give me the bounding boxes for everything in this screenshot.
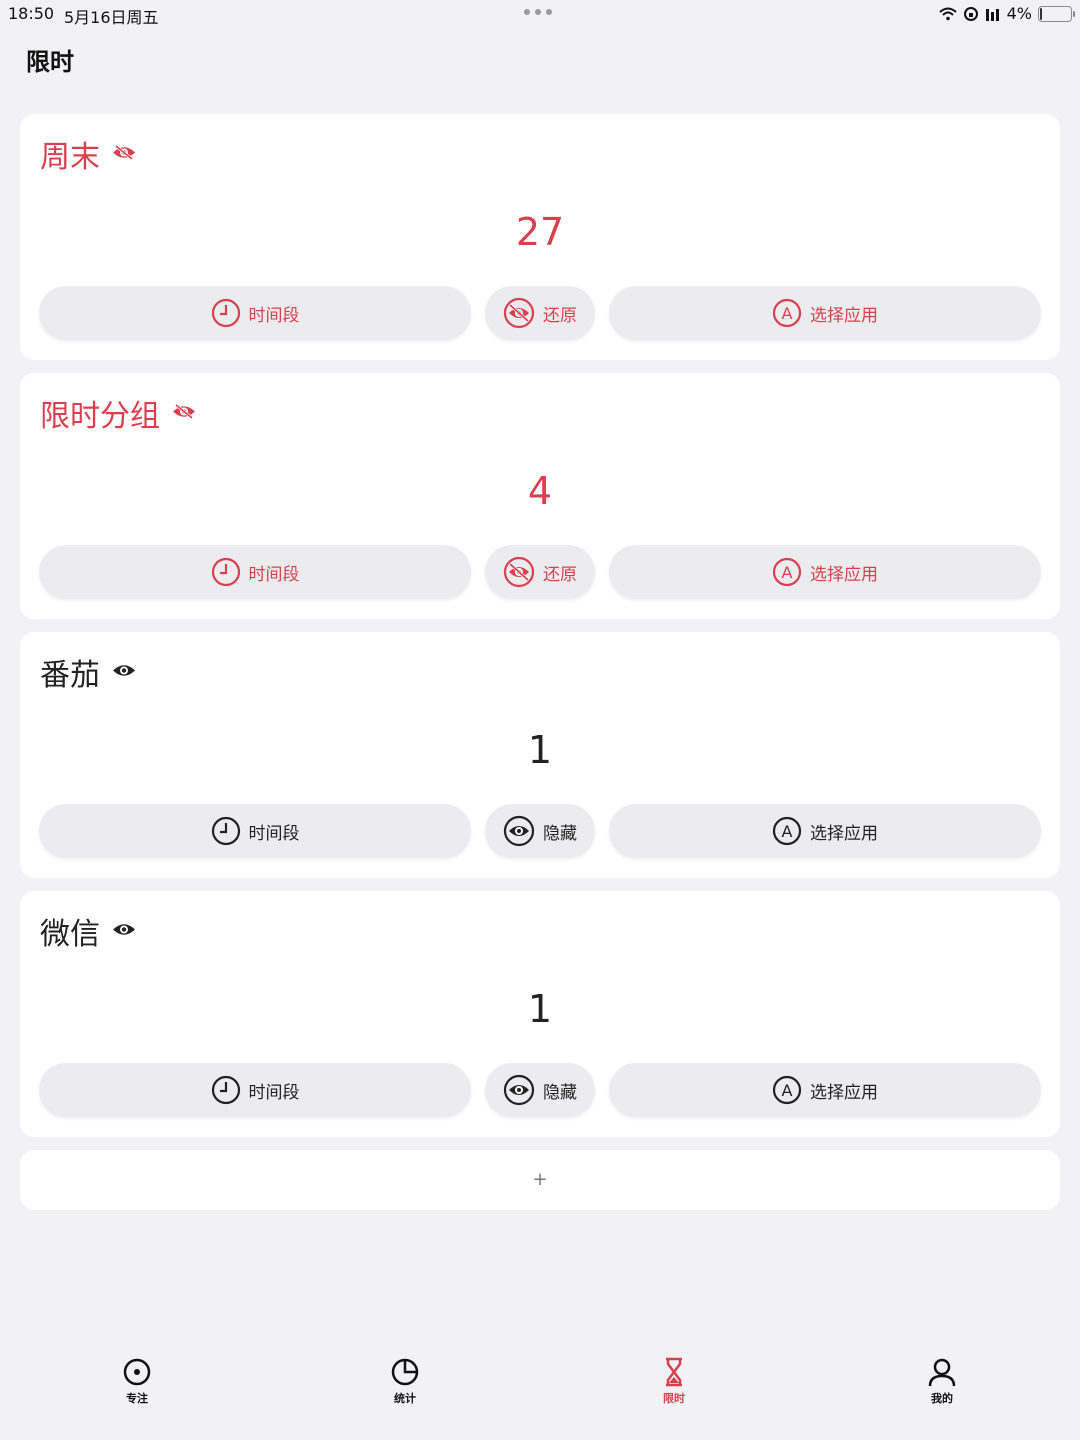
tab-label: 专注 (126, 1392, 148, 1405)
hide-button[interactable]: 隐藏 (485, 1063, 595, 1117)
restore-button[interactable]: 还原 (485, 545, 595, 599)
time-range-button[interactable]: 时间段 (39, 804, 471, 858)
clock-icon (211, 1075, 241, 1105)
tab-focus[interactable]: 专注 (97, 1356, 177, 1406)
select-apps-label: 选择应用 (810, 823, 878, 844)
add-group-button[interactable]: + (20, 1150, 1060, 1210)
group-card[interactable]: 周末 27 时间段 还原 A 选择应用 (20, 114, 1060, 360)
app-icon: A (772, 557, 802, 587)
toggle-label: 还原 (543, 564, 577, 585)
tab-limit[interactable]: 限时 (634, 1356, 714, 1406)
group-count: 1 (527, 728, 553, 772)
select-apps-label: 选择应用 (810, 305, 878, 326)
group-count: 1 (527, 987, 553, 1031)
group-count: 4 (527, 469, 553, 513)
group-title: 限时分组 (40, 399, 160, 434)
status-bar: 18:50 5月16日周五 4% (0, 0, 1080, 28)
tab-label: 我的 (931, 1392, 953, 1405)
svg-text:A: A (782, 1081, 793, 1100)
eye-slash-icon (112, 144, 136, 165)
status-date: 5月16日周五 (64, 8, 159, 27)
group-header: 番茄 (40, 650, 136, 694)
wifi-icon (938, 7, 957, 20)
hide-button[interactable]: 隐藏 (485, 804, 595, 858)
app-icon: A (772, 816, 802, 846)
select-apps-label: 选择应用 (810, 1082, 878, 1103)
time-range-label: 时间段 (248, 1082, 300, 1103)
group-card[interactable]: 番茄 1 时间段 隐藏 A 选择应用 (20, 632, 1060, 878)
group-card[interactable]: 限时分组 4 时间段 还原 A 选择应用 (20, 373, 1060, 619)
battery-icon (1038, 5, 1075, 22)
group-header: 微信 (40, 909, 136, 953)
eye-slash-icon (503, 297, 535, 329)
hourglass-icon (666, 1357, 682, 1387)
eye-icon (112, 921, 136, 942)
svg-text:A: A (782, 822, 793, 841)
svg-text:A: A (782, 563, 793, 582)
group-card[interactable]: 微信 1 时间段 隐藏 A 选择应用 (20, 891, 1060, 1137)
person-icon (928, 1358, 956, 1387)
tab-label: 统计 (394, 1392, 416, 1405)
select-apps-label: 选择应用 (810, 564, 878, 585)
time-range-label: 时间段 (248, 305, 300, 326)
group-header: 周末 (40, 132, 136, 176)
focus-icon (123, 1358, 151, 1386)
app-icon: A (772, 298, 802, 328)
select-apps-button[interactable]: A 选择应用 (609, 286, 1041, 340)
toggle-label: 隐藏 (543, 1082, 577, 1103)
rotation-lock-icon (963, 6, 978, 21)
group-title: 微信 (40, 917, 100, 952)
toggle-label: 还原 (543, 305, 577, 326)
clock-icon (211, 298, 241, 328)
time-range-label: 时间段 (248, 823, 300, 844)
time-range-button[interactable]: 时间段 (39, 545, 471, 599)
eye-slash-icon (172, 403, 196, 424)
tab-bar: 专注 统计 限时 我的 (0, 1356, 1080, 1416)
time-range-button[interactable]: 时间段 (39, 286, 471, 340)
app-icon: A (772, 1075, 802, 1105)
toggle-label: 隐藏 (543, 823, 577, 844)
tab-me[interactable]: 我的 (902, 1356, 982, 1406)
eye-icon (503, 1074, 535, 1106)
select-apps-button[interactable]: A 选择应用 (609, 804, 1041, 858)
svg-text:A: A (782, 304, 793, 323)
page-title: 限时 (26, 48, 74, 76)
eye-icon (503, 815, 535, 847)
group-title: 周末 (40, 140, 100, 175)
signal-icon (985, 8, 999, 21)
select-apps-button[interactable]: A 选择应用 (609, 545, 1041, 599)
time-range-button[interactable]: 时间段 (39, 1063, 471, 1117)
tab-stats[interactable]: 统计 (365, 1356, 445, 1406)
clock-icon (211, 557, 241, 587)
eye-icon (112, 662, 136, 683)
group-header: 限时分组 (40, 391, 196, 435)
battery-percent: 4% (1006, 4, 1032, 23)
multitask-dots-icon[interactable] (524, 9, 552, 15)
group-count: 27 (515, 210, 565, 254)
status-icons: 4% (938, 4, 1075, 23)
eye-slash-icon (503, 556, 535, 588)
time-range-label: 时间段 (248, 564, 300, 585)
select-apps-button[interactable]: A 选择应用 (609, 1063, 1041, 1117)
battery-level (1040, 7, 1043, 20)
pie-chart-icon (391, 1358, 419, 1386)
page: 18:50 5月16日周五 4% 限时 周末 27 时间段 还原 A 选择应用 限时分组 4 时… (0, 0, 1080, 1440)
status-time: 18:50 (8, 4, 55, 23)
tab-label: 限时 (663, 1392, 685, 1405)
restore-button[interactable]: 还原 (485, 286, 595, 340)
group-title: 番茄 (40, 658, 100, 693)
clock-icon (211, 816, 241, 846)
